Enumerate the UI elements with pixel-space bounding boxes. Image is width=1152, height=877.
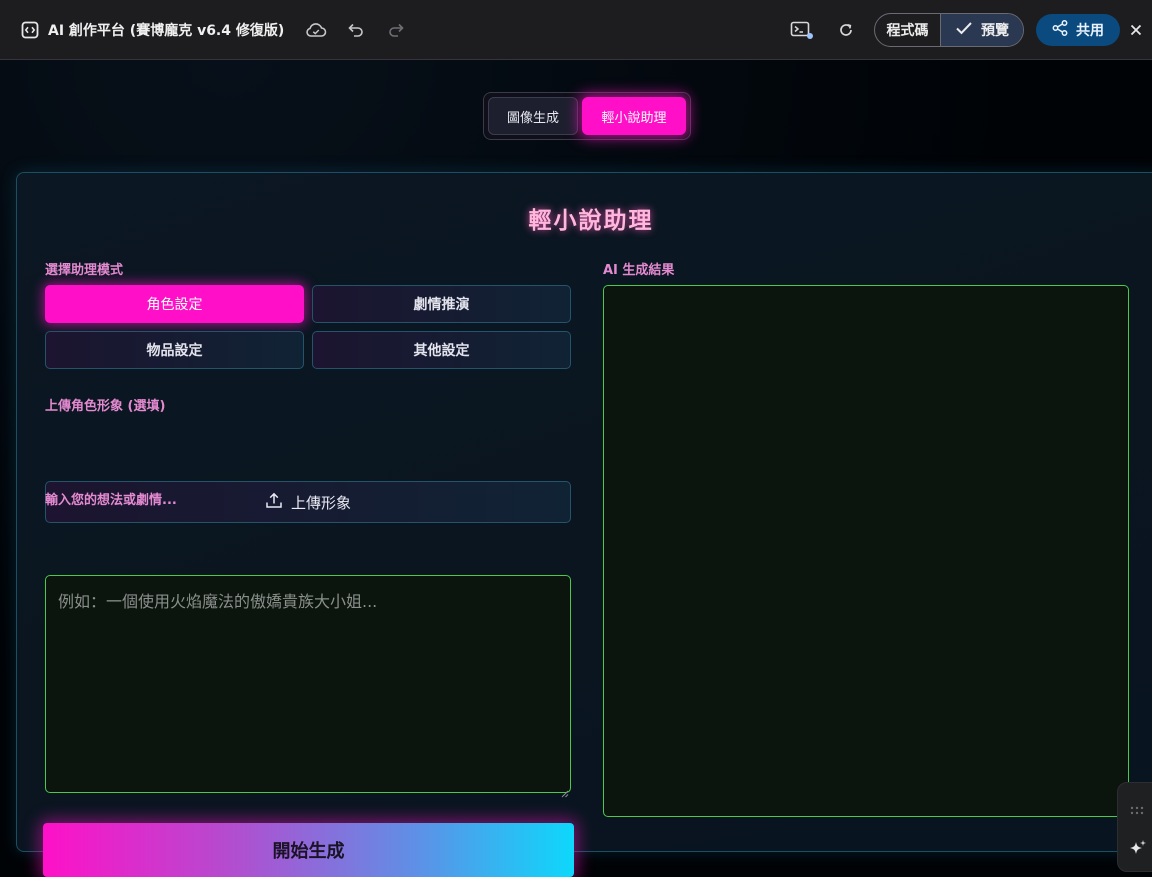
app-canvas: 圖像生成 輕小說助理 輕小說助理 選擇助理模式 角色設定 劇情推演 物品設定 其…: [0, 60, 1152, 877]
cloud-sync-icon[interactable]: [302, 16, 330, 44]
textarea-resize-handle[interactable]: [561, 783, 569, 798]
top-bar-right: 程式碼 預覽 共用: [788, 0, 1152, 60]
drag-grip-icon[interactable]: [1130, 801, 1144, 820]
close-icon[interactable]: [1130, 24, 1152, 36]
terminal-icon[interactable]: [788, 16, 816, 44]
share-icon: [1052, 20, 1068, 40]
idea-textarea[interactable]: [45, 575, 571, 793]
code-button[interactable]: 程式碼: [875, 14, 941, 46]
undo-icon[interactable]: [342, 16, 370, 44]
preview-button[interactable]: 預覽: [941, 14, 1023, 46]
panel-title: 輕小說助理: [528, 208, 654, 234]
assist-mode-character[interactable]: 角色設定: [45, 285, 304, 323]
code-button-label: 程式碼: [886, 23, 929, 39]
app-title: AI 創作平台 (賽博龐克 v6.4 修復版): [48, 22, 285, 39]
code-window-icon: [20, 20, 40, 40]
novel-assistant-panel: 輕小說助理 選擇助理模式 角色設定 劇情推演 物品設定 其他設定 上傳角色形象 …: [16, 172, 1152, 877]
floating-tool-dock: [1117, 782, 1152, 872]
generate-button[interactable]: 開始生成: [43, 823, 574, 877]
assist-mode-item[interactable]: 物品設定: [45, 331, 304, 369]
code-preview-toggle: 程式碼 預覽: [874, 13, 1024, 47]
sparkle-icon[interactable]: [1128, 839, 1148, 863]
upload-icon: [265, 492, 283, 513]
result-output[interactable]: [603, 285, 1129, 817]
refresh-icon[interactable]: [832, 16, 860, 44]
mode-switch: 圖像生成 輕小說助理: [483, 92, 691, 140]
top-bar: AI 創作平台 (賽博龐克 v6.4 修復版) 程式碼 預覽 共用: [0, 0, 1152, 60]
assist-mode-plot[interactable]: 劇情推演: [312, 285, 571, 323]
assist-mode-label: 選擇助理模式: [45, 263, 124, 278]
check-icon: [955, 21, 973, 39]
upload-button-label: 上傳形象: [290, 493, 351, 512]
share-button-label: 共用: [1076, 23, 1104, 39]
redo-icon[interactable]: [382, 16, 410, 44]
idea-input-label: 輸入您的想法或劇情...: [45, 493, 177, 508]
preview-button-label: 預覽: [981, 23, 1009, 39]
assist-mode-other[interactable]: 其他設定: [312, 331, 571, 369]
result-label: AI 生成結果: [603, 263, 675, 278]
tab-image-generation[interactable]: 圖像生成: [488, 97, 578, 135]
share-button[interactable]: 共用: [1036, 14, 1120, 46]
upload-label: 上傳角色形象 (選填): [45, 399, 166, 414]
top-bar-left: AI 創作平台 (賽博龐克 v6.4 修復版): [0, 16, 410, 44]
tab-novel-assistant[interactable]: 輕小說助理: [582, 97, 686, 135]
